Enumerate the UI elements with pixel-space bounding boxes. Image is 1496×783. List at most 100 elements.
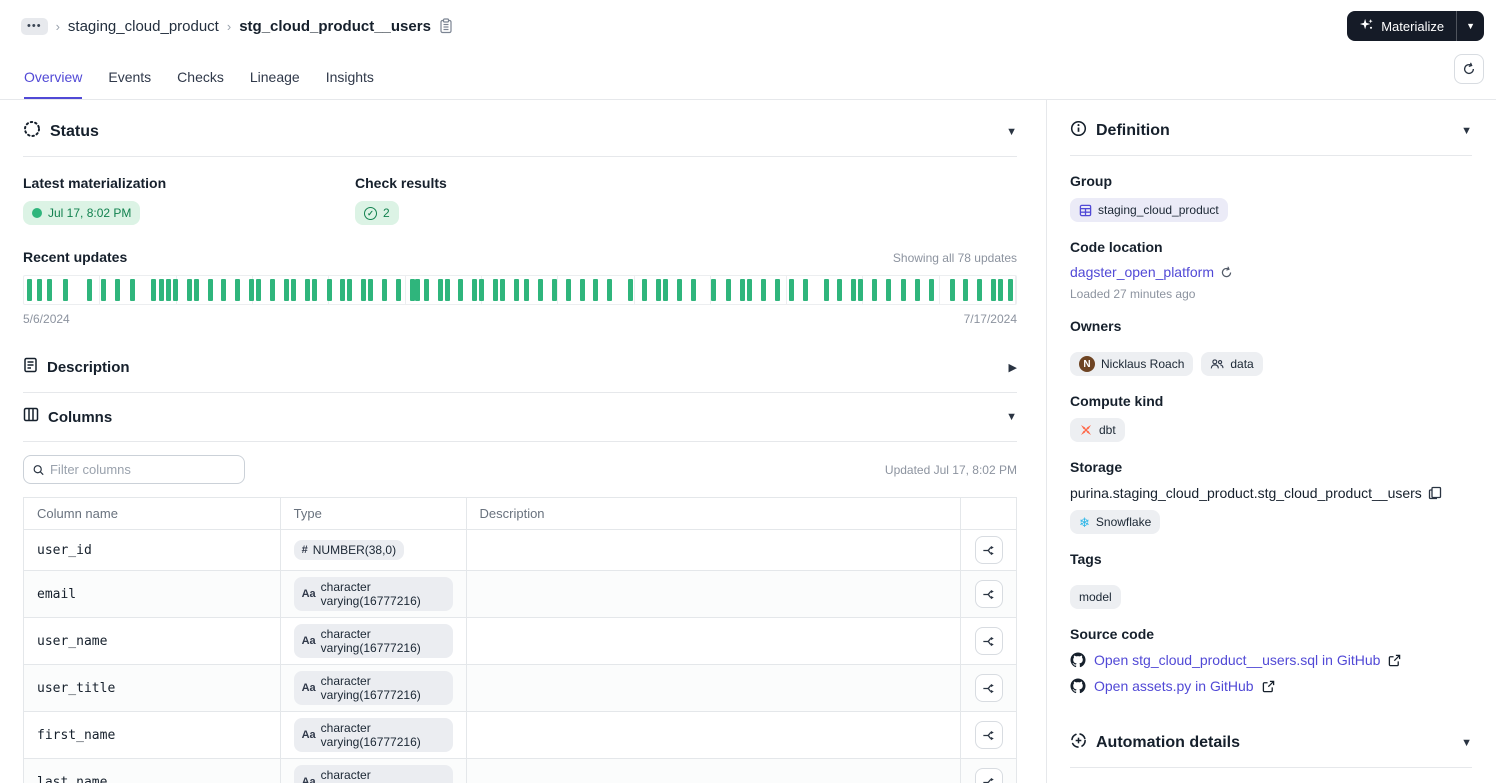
- materialization-tick[interactable]: [270, 279, 276, 301]
- materialization-tick[interactable]: [607, 279, 613, 301]
- materialization-tick[interactable]: [500, 279, 506, 301]
- reload-location-icon[interactable]: [1220, 266, 1233, 279]
- materialization-tick[interactable]: [36, 279, 42, 301]
- materialization-tick[interactable]: [193, 279, 199, 301]
- column-lineage-button[interactable]: [974, 768, 1003, 783]
- tab-events[interactable]: Events: [108, 69, 151, 99]
- materialization-tick[interactable]: [837, 279, 843, 301]
- copy-storage-path-icon[interactable]: [1428, 486, 1442, 500]
- tab-checks[interactable]: Checks: [177, 69, 224, 99]
- materialization-tick[interactable]: [740, 279, 746, 301]
- column-lineage-button[interactable]: [974, 674, 1003, 702]
- expand-description-icon[interactable]: ▶: [1009, 361, 1017, 374]
- materialization-tick[interactable]: [886, 279, 892, 301]
- materialization-tick[interactable]: [949, 279, 955, 301]
- materialization-tick[interactable]: [991, 279, 997, 301]
- materialization-tick[interactable]: [628, 279, 634, 301]
- materialization-tick[interactable]: [283, 279, 289, 301]
- materialization-tick[interactable]: [963, 279, 969, 301]
- materialization-tick[interactable]: [642, 279, 648, 301]
- materialization-tick[interactable]: [186, 279, 192, 301]
- materialization-tick[interactable]: [347, 279, 353, 301]
- filter-columns-searchbox[interactable]: [23, 455, 245, 484]
- materialization-tick[interactable]: [249, 279, 255, 301]
- tab-overview[interactable]: Overview: [24, 69, 83, 99]
- materialization-tick[interactable]: [823, 279, 829, 301]
- materialization-tick[interactable]: [655, 279, 661, 301]
- github-link-text[interactable]: Open assets.py in GitHub: [1094, 678, 1254, 694]
- materialization-tick[interactable]: [62, 279, 68, 301]
- materialization-tick[interactable]: [523, 279, 529, 301]
- recent-updates-timeline[interactable]: [23, 275, 1017, 305]
- tab-insights[interactable]: Insights: [326, 69, 374, 99]
- materialization-tick[interactable]: [747, 279, 753, 301]
- code-location-link[interactable]: dagster_open_platform: [1070, 264, 1214, 280]
- materialization-tick[interactable]: [368, 279, 374, 301]
- tab-lineage[interactable]: Lineage: [250, 69, 300, 99]
- materialization-tick[interactable]: [914, 279, 920, 301]
- materialization-tick[interactable]: [872, 279, 878, 301]
- materialization-tick[interactable]: [256, 279, 262, 301]
- materialization-tick[interactable]: [479, 279, 485, 301]
- collapse-status-icon[interactable]: ▼: [1006, 126, 1017, 138]
- materialization-tick[interactable]: [165, 279, 171, 301]
- materialization-tick[interactable]: [711, 279, 717, 301]
- github-source-link[interactable]: Open assets.py in GitHub: [1070, 678, 1472, 694]
- materialization-tick[interactable]: [551, 279, 557, 301]
- breadcrumb-ellipsis-button[interactable]: •••: [21, 17, 48, 35]
- materialization-tick[interactable]: [382, 279, 388, 301]
- materialize-button[interactable]: Materialize: [1347, 11, 1456, 41]
- materialization-tick[interactable]: [761, 279, 767, 301]
- materialize-split-button[interactable]: Materialize ▼: [1347, 11, 1484, 41]
- refresh-button[interactable]: [1454, 54, 1484, 84]
- materialization-tick[interactable]: [676, 279, 682, 301]
- materialization-tick[interactable]: [977, 279, 983, 301]
- materialization-tick[interactable]: [172, 279, 178, 301]
- materialization-tick[interactable]: [493, 279, 499, 301]
- owner-team-pill[interactable]: data: [1201, 352, 1263, 376]
- check-results-pill[interactable]: ✓ 2: [355, 201, 399, 225]
- materialization-tick[interactable]: [579, 279, 585, 301]
- materialization-tick[interactable]: [565, 279, 571, 301]
- materialization-tick[interactable]: [46, 279, 52, 301]
- materialization-tick[interactable]: [774, 279, 780, 301]
- group-pill[interactable]: staging_cloud_product: [1070, 198, 1228, 222]
- materialization-tick[interactable]: [304, 279, 310, 301]
- materialization-tick[interactable]: [437, 279, 443, 301]
- column-lineage-button[interactable]: [974, 580, 1003, 608]
- materialization-tick[interactable]: [1008, 279, 1014, 301]
- materialization-tick[interactable]: [414, 279, 420, 301]
- materialization-tick[interactable]: [458, 279, 464, 301]
- materialization-tick[interactable]: [290, 279, 296, 301]
- materialization-tick[interactable]: [998, 279, 1004, 301]
- materialization-tick[interactable]: [207, 279, 213, 301]
- breadcrumb-parent[interactable]: staging_cloud_product: [68, 18, 219, 35]
- materialization-tick[interactable]: [662, 279, 668, 301]
- materialization-tick[interactable]: [361, 279, 367, 301]
- materialization-tick[interactable]: [101, 279, 107, 301]
- materialization-tick[interactable]: [235, 279, 241, 301]
- collapse-columns-icon[interactable]: ▼: [1006, 411, 1017, 423]
- compute-kind-pill[interactable]: dbt: [1070, 418, 1125, 442]
- collapse-definition-icon[interactable]: ▼: [1461, 125, 1472, 137]
- tag-pill[interactable]: model: [1070, 585, 1121, 609]
- materialization-tick[interactable]: [396, 279, 401, 301]
- materialization-tick[interactable]: [150, 279, 156, 301]
- materialization-tick[interactable]: [130, 279, 136, 301]
- materialization-tick[interactable]: [423, 279, 429, 301]
- latest-materialization-pill[interactable]: Jul 17, 8:02 PM: [23, 201, 141, 225]
- materialization-tick[interactable]: [311, 279, 317, 301]
- github-link-text[interactable]: Open stg_cloud_product__users.sql in Git…: [1094, 652, 1380, 668]
- materialize-dropdown-button[interactable]: ▼: [1457, 11, 1484, 41]
- materialization-tick[interactable]: [221, 279, 227, 301]
- materialization-tick[interactable]: [726, 279, 732, 301]
- materialization-tick[interactable]: [87, 279, 93, 301]
- materialization-tick[interactable]: [472, 279, 478, 301]
- filter-columns-input[interactable]: [49, 462, 235, 477]
- materialization-tick[interactable]: [26, 279, 32, 301]
- materialization-tick[interactable]: [340, 279, 346, 301]
- materialization-tick[interactable]: [858, 279, 864, 301]
- storage-platform-pill[interactable]: ❄ Snowflake: [1070, 510, 1161, 534]
- collapse-automation-icon[interactable]: ▼: [1461, 737, 1472, 749]
- materialization-tick[interactable]: [444, 279, 450, 301]
